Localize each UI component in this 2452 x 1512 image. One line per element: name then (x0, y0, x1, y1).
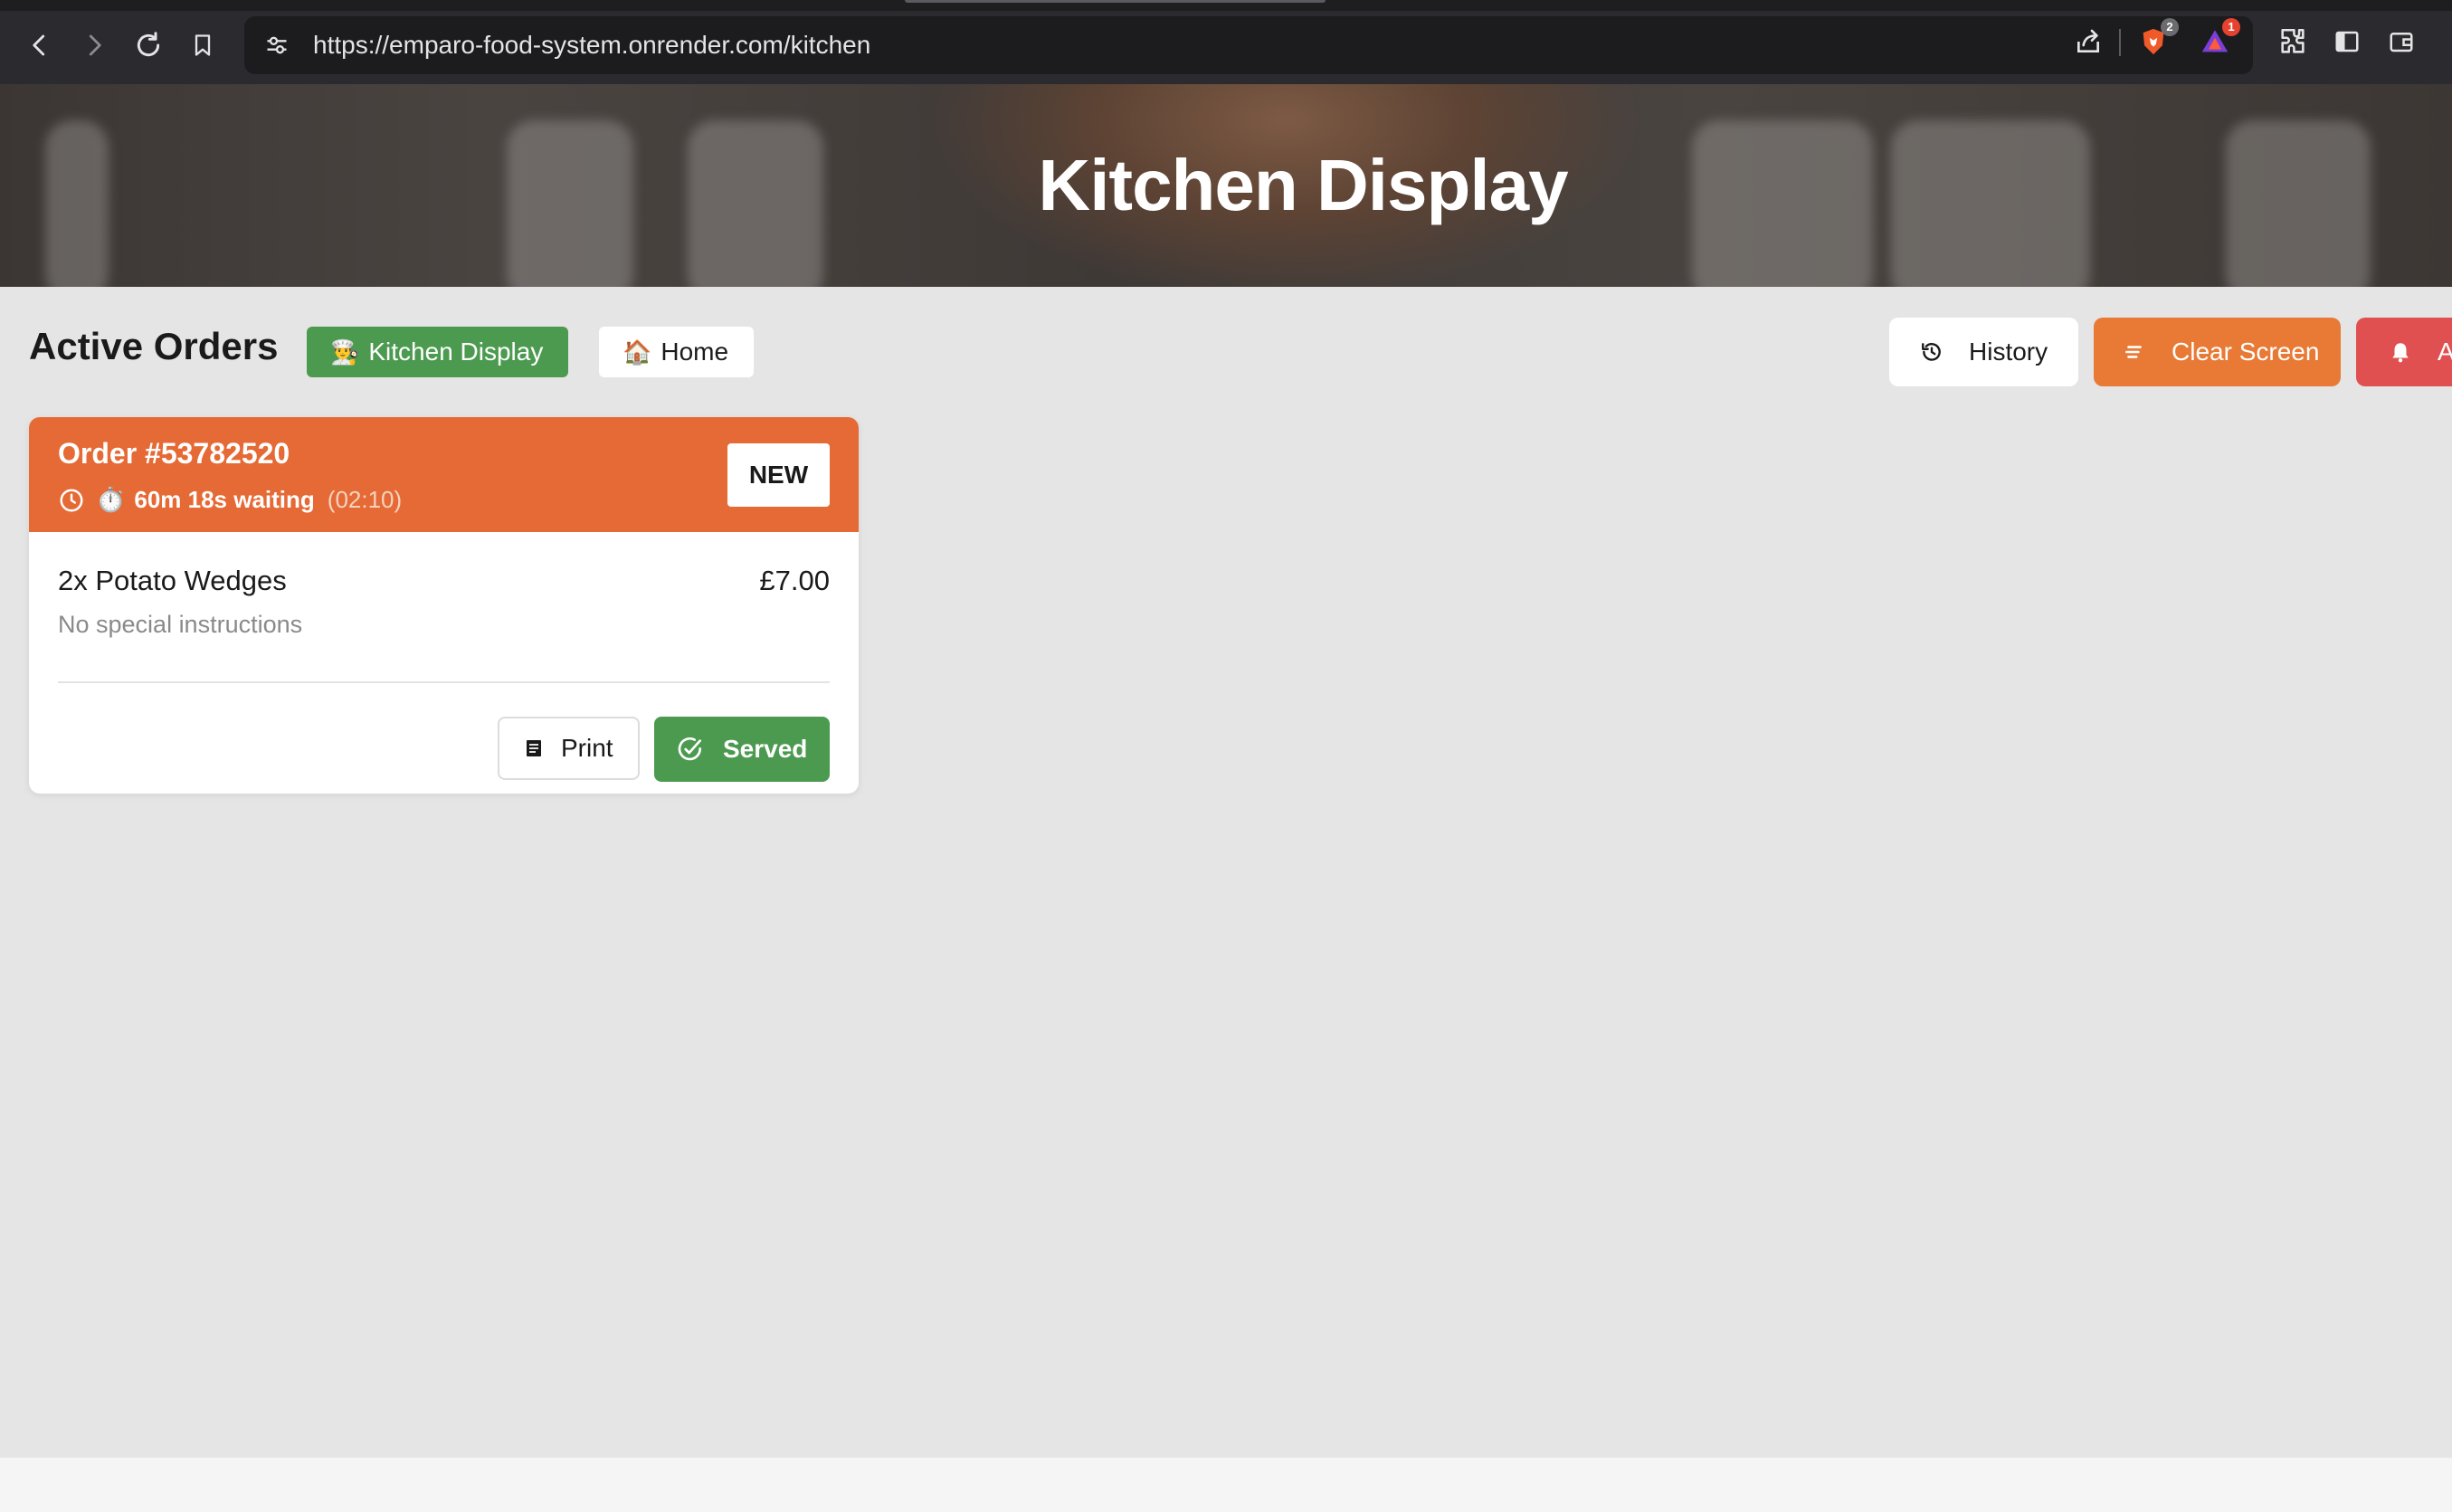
order-card-header: Order #53782520 ⏱️ 60m 18s waiting (02:1… (29, 417, 859, 532)
served-button[interactable]: Served (654, 717, 830, 782)
bell-icon (2392, 343, 2409, 363)
history-icon (1922, 343, 1941, 361)
bookmark-icon[interactable] (181, 24, 224, 67)
chef-icon: 👨‍🍳 (330, 338, 360, 366)
order-wait-time: ⏱️ 60m 18s waiting (02:10) (58, 486, 402, 514)
share-icon[interactable] (2068, 22, 2108, 62)
rewards-count-badge: 1 (2222, 18, 2240, 36)
waiting-duration: 60m 18s waiting (134, 486, 315, 513)
order-item-price: £7.00 (759, 565, 830, 596)
back-icon[interactable] (18, 24, 62, 67)
home-label: Home (661, 338, 729, 366)
sidebar-icon[interactable] (2327, 22, 2367, 62)
print-label: Print (561, 734, 613, 762)
served-label: Served (723, 735, 808, 763)
clock-icon (60, 489, 83, 511)
history-label: History (1969, 338, 2048, 366)
active-tab-indicator (905, 0, 1326, 3)
hero-title: Kitchen Display (1038, 145, 1568, 225)
order-item-note: No special instructions (58, 611, 303, 638)
order-card: Order #53782520 ⏱️ 60m 18s waiting (02:1… (29, 417, 859, 794)
brave-shield-icon[interactable]: 2 (2134, 18, 2179, 62)
alert-label: Al (2438, 338, 2452, 366)
kitchen-display-button[interactable]: 👨‍🍳 Kitchen Display (307, 327, 568, 377)
status-badge: NEW (727, 443, 830, 507)
wallet-icon[interactable] (2381, 22, 2421, 62)
history-button[interactable]: History (1889, 318, 2078, 386)
card-divider (58, 681, 830, 683)
shield-count-badge: 2 (2161, 18, 2179, 36)
reload-icon[interactable] (127, 24, 170, 67)
hero-banner: Kitchen Display (0, 84, 2452, 287)
extensions-icon[interactable] (2273, 22, 2313, 62)
forward-icon[interactable] (72, 24, 116, 67)
main-content: Active Orders 👨‍🍳 Kitchen Display 🏠 Home… (0, 287, 2452, 1458)
clear-screen-button[interactable]: Clear Screen (2094, 318, 2341, 386)
alert-button[interactable]: Al (2356, 318, 2452, 386)
order-time: (02:10) (327, 486, 403, 513)
brave-rewards-icon[interactable]: 1 (2195, 18, 2240, 62)
home-icon: 🏠 (623, 338, 652, 366)
check-circle-icon (678, 737, 702, 761)
address-bar[interactable]: https://emparo-food-system.onrender.com/… (244, 16, 2253, 74)
eraser-icon (2125, 346, 2142, 358)
page-footer-strip (0, 1458, 2452, 1512)
order-item-name: 2x Potato Wedges (58, 565, 287, 596)
kitchen-display-label: Kitchen Display (368, 338, 544, 366)
page-title: Active Orders (29, 325, 279, 367)
browser-toolbar: https://emparo-food-system.onrender.com/… (0, 0, 2452, 84)
stopwatch-icon: ⏱️ (96, 486, 126, 513)
site-settings-icon[interactable] (261, 29, 293, 62)
clear-screen-label: Clear Screen (2172, 338, 2320, 366)
order-number: Order #53782520 (58, 437, 290, 470)
receipt-icon (527, 740, 541, 756)
print-button[interactable]: Print (498, 717, 640, 780)
url-text[interactable]: https://emparo-food-system.onrender.com/… (313, 16, 870, 74)
toolbar-divider (2119, 29, 2121, 56)
home-button[interactable]: 🏠 Home (599, 327, 754, 377)
